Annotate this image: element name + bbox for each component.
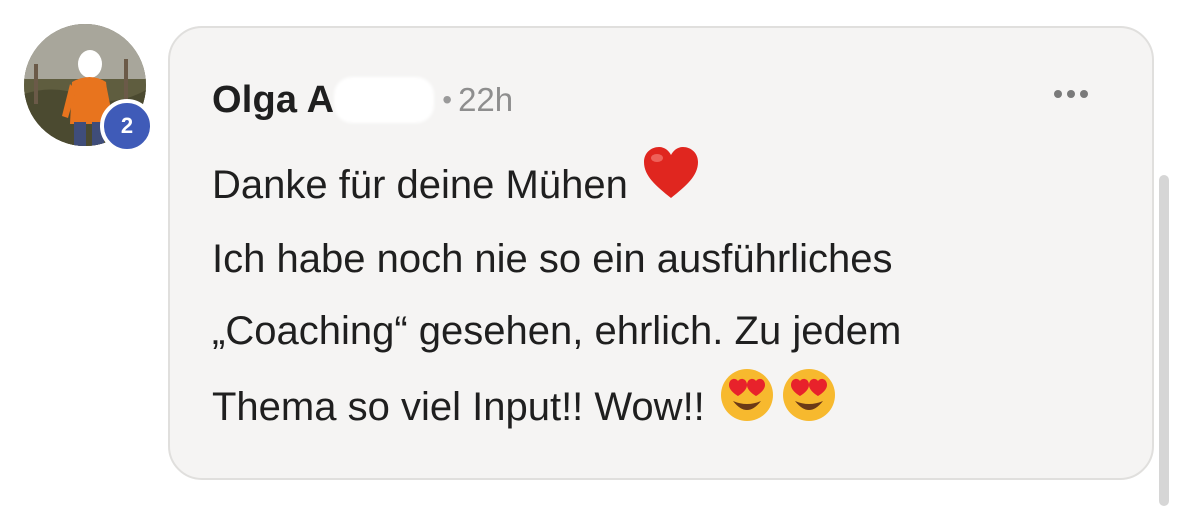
more-horizontal-icon [1054, 90, 1062, 98]
comment-line: Thema so viel Input!! Wow!! [212, 367, 1112, 446]
scrollbar[interactable] [1159, 175, 1169, 506]
heart-eyes-face-icon [781, 367, 837, 446]
more-horizontal-icon [1080, 90, 1088, 98]
author-name[interactable]: Olga A [212, 79, 334, 122]
name-redaction [334, 77, 435, 123]
comment-text: Thema so viel Input!! Wow!! [212, 384, 705, 429]
comment-text: Ich habe noch nie so ein ausführliches [212, 237, 893, 281]
more-options-button[interactable] [1048, 84, 1094, 104]
comment-bubble: Olga A • 22h Danke für deine Mühen Ich h… [168, 26, 1154, 480]
comment-text: Danke für deine Mühen [212, 162, 628, 207]
comment-line: „Coaching“ gesehen, ehrlich. Zu jedem [212, 295, 1112, 367]
red-heart-icon [642, 146, 700, 223]
heart-eyes-face-icon [719, 367, 775, 446]
comment-screen: 2 Olga A • 22h Danke für deine Mühen Ich… [0, 0, 1179, 506]
timestamp[interactable]: 22h [458, 81, 513, 119]
comment-header: Olga A • 22h [212, 76, 513, 124]
comment-text: „Coaching“ gesehen, ehrlich. Zu jedem [212, 309, 902, 353]
comment-line: Danke für deine Mühen [212, 146, 1112, 223]
separator-dot: • [442, 84, 453, 115]
more-horizontal-icon [1067, 90, 1075, 98]
avatar-container[interactable]: 2 [24, 24, 154, 153]
comment-line: Ich habe noch nie so ein ausführliches [212, 223, 1112, 295]
comment-body: Danke für deine Mühen Ich habe noch nie … [212, 146, 1112, 446]
level-badge: 2 [100, 99, 154, 153]
